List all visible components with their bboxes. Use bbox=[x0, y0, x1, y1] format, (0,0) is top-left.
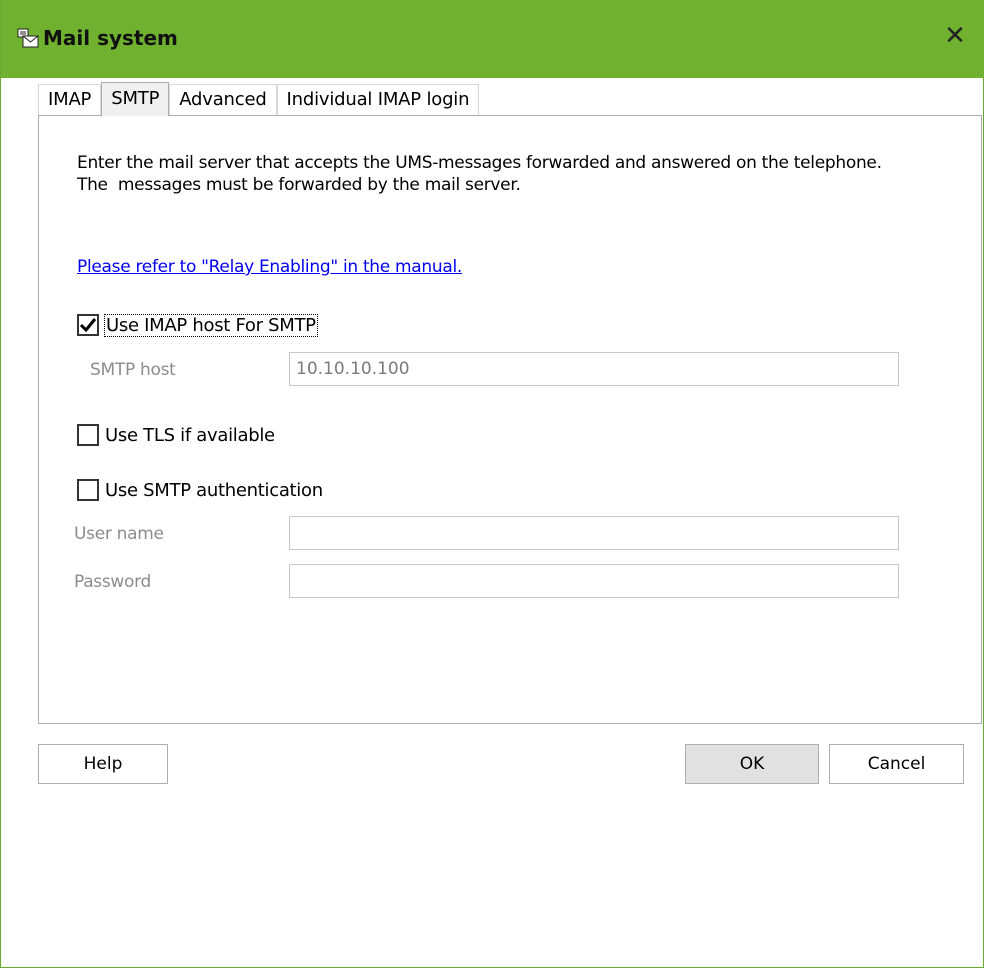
mail-system-icon bbox=[17, 28, 39, 48]
tab-imap[interactable]: IMAP bbox=[38, 84, 102, 115]
use-imap-host-label[interactable]: Use IMAP host For SMTP bbox=[104, 313, 318, 337]
relay-enabling-link[interactable]: Please refer to "Relay Enabling" in the … bbox=[77, 257, 462, 277]
help-button[interactable]: Help bbox=[38, 744, 168, 784]
smtp-tab-panel bbox=[38, 115, 982, 724]
user-name-label: User name bbox=[74, 524, 164, 544]
use-imap-host-checkbox[interactable] bbox=[77, 314, 99, 336]
password-label: Password bbox=[74, 572, 152, 592]
use-smtp-auth-label[interactable]: Use SMTP authentication bbox=[105, 480, 323, 501]
ok-button[interactable]: OK bbox=[685, 744, 819, 784]
password-input[interactable] bbox=[289, 564, 899, 598]
use-imap-host-row: Use IMAP host For SMTP bbox=[77, 313, 318, 337]
smtp-host-input[interactable]: 10.10.10.100 bbox=[289, 352, 899, 386]
close-icon[interactable]: ✕ bbox=[933, 16, 977, 56]
use-smtp-auth-checkbox[interactable] bbox=[77, 479, 99, 501]
smtp-description: Enter the mail server that accepts the U… bbox=[77, 152, 937, 196]
mail-system-dialog: Mail system ✕ IMAP SMTP Advanced Individ… bbox=[0, 0, 984, 968]
use-tls-label[interactable]: Use TLS if available bbox=[105, 425, 275, 446]
description-line-2: The messages must be forwarded by the ma… bbox=[77, 175, 521, 195]
cancel-button[interactable]: Cancel bbox=[829, 744, 964, 784]
user-name-input[interactable] bbox=[289, 516, 899, 550]
tab-smtp[interactable]: SMTP bbox=[101, 82, 170, 116]
tab-strip: IMAP SMTP Advanced Individual IMAP login bbox=[38, 82, 480, 116]
description-line-1: Enter the mail server that accepts the U… bbox=[77, 153, 882, 173]
tab-advanced[interactable]: Advanced bbox=[169, 84, 277, 115]
window-title: Mail system bbox=[43, 26, 178, 50]
use-tls-row: Use TLS if available bbox=[77, 424, 275, 446]
checkmark-icon bbox=[79, 318, 97, 333]
title-bar: Mail system ✕ bbox=[1, 0, 984, 78]
smtp-host-label: SMTP host bbox=[90, 360, 176, 380]
tab-individual-imap-login[interactable]: Individual IMAP login bbox=[276, 84, 480, 115]
use-tls-checkbox[interactable] bbox=[77, 424, 99, 446]
use-smtp-auth-row: Use SMTP authentication bbox=[77, 479, 323, 501]
